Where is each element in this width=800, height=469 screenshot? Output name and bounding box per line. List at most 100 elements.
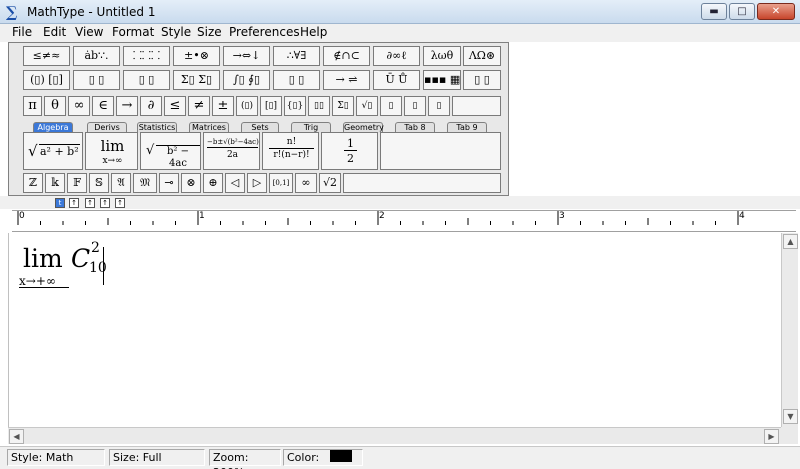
symbol-right-triangle[interactable]: ▷ — [247, 173, 267, 193]
equation-superscript: 2 — [91, 240, 100, 256]
template-binomial-coefficient[interactable]: n! r!(n−r)! — [262, 132, 319, 170]
symbol-element-of[interactable]: ∈ — [92, 96, 114, 116]
size-symbol-button[interactable]: ↑ — [100, 198, 110, 208]
template-one-half[interactable]: 1 2 — [321, 132, 378, 170]
template-lim-subscript: x→∞ — [102, 156, 123, 166]
scroll-down-arrow-icon[interactable]: ▼ — [783, 409, 798, 424]
size-sub-symbol-button[interactable]: ↑ — [115, 198, 125, 208]
template-denominator: r!(n−r)! — [273, 150, 310, 160]
sub-superscript-template[interactable]: ▯ — [428, 96, 450, 116]
superscript-template[interactable]: ▯ — [380, 96, 402, 116]
size-subscript-button[interactable]: ↑ — [69, 198, 79, 208]
logic-palette[interactable]: ∴∀∃ — [273, 46, 320, 66]
symbol-sqrt-two[interactable]: √2 — [319, 173, 341, 193]
embellishments-palette[interactable]: ⸬⸬⸬ — [123, 46, 170, 66]
arrows-palette[interactable]: →⇔↓ — [223, 46, 270, 66]
template-denominator: 2a — [226, 150, 239, 160]
symbol-left-triangle[interactable]: ◁ — [225, 173, 245, 193]
greek-lower-palette[interactable]: λωθ — [423, 46, 461, 66]
symbol-fraktur-a[interactable]: 𝔄 — [111, 173, 131, 193]
symbol-infinity-2[interactable]: ∞ — [295, 173, 317, 193]
size-sub-subscript-button[interactable]: ↑ — [85, 198, 95, 208]
close-button[interactable]: ✕ — [757, 3, 795, 20]
symbol-integers[interactable]: ℤ — [23, 173, 43, 193]
brackets-template[interactable]: [▯] — [260, 96, 282, 116]
operators-palette[interactable]: ±•⊗ — [173, 46, 220, 66]
vertical-scrollbar[interactable]: ▲ ▼ — [781, 233, 798, 427]
menu-file[interactable]: File — [12, 25, 32, 39]
radical-template[interactable]: √▯ — [356, 96, 378, 116]
status-style: Style: Math — [7, 449, 105, 466]
template-slot-empty[interactable] — [380, 132, 501, 170]
relations-palette[interactable]: ≤≠≈ — [23, 46, 70, 66]
fractions-palette[interactable]: ▯ ▯ — [73, 70, 120, 90]
scroll-right-arrow-icon[interactable]: ▶ — [764, 429, 779, 444]
menu-bar: File Edit View Format Style Size Prefere… — [0, 24, 800, 42]
boxes-palette[interactable]: ▯ ▯ — [463, 70, 501, 90]
menu-size[interactable]: Size — [197, 25, 222, 39]
symbol-slot-empty[interactable] — [343, 173, 501, 193]
template-numerator: n! — [269, 137, 314, 149]
symbol-slot-empty[interactable] — [452, 96, 501, 116]
template-discriminant[interactable]: √ b² − 4ac — [140, 132, 201, 170]
menu-preferences[interactable]: Preferences — [229, 25, 300, 39]
symbol-interval[interactable]: [0,1] — [269, 173, 293, 193]
template-denominator: 2 — [347, 152, 354, 165]
equation-lim-subscript: x→+∞ — [19, 274, 56, 288]
template-pythagorean-sqrt[interactable]: √ a² + b² — [23, 132, 83, 170]
ruler[interactable]: 0 1 2 3 4 — [12, 210, 796, 232]
menu-edit[interactable]: Edit — [43, 25, 66, 39]
parentheses-template[interactable]: (▯) — [236, 96, 258, 116]
symbol-theta[interactable]: θ — [44, 96, 66, 116]
symbol-set-s[interactable]: 𝕊 — [89, 173, 109, 193]
subscripts-palette[interactable]: ▯ ▯ — [123, 70, 170, 90]
matrices-palette[interactable]: ▪▪▪ ▦ — [423, 70, 461, 90]
summations-palette[interactable]: Σ▯ Σ▯ — [173, 70, 220, 90]
ruler-label-0: 0 — [19, 211, 25, 221]
symbol-infinity[interactable]: ∞ — [68, 96, 90, 116]
bars-palette[interactable]: ▯ ▯ — [273, 70, 320, 90]
fraction-template[interactable]: ▯▯ — [308, 96, 330, 116]
fences-palette[interactable]: (▯) [▯] — [23, 70, 70, 90]
symbol-circled-plus[interactable]: ⊕ — [203, 173, 223, 193]
size-full-button[interactable]: t — [55, 198, 65, 208]
symbol-field-f[interactable]: 𝔽 — [67, 173, 87, 193]
symbol-right-arrow[interactable]: → — [116, 96, 138, 116]
summation-template[interactable]: Σ▯ — [332, 96, 354, 116]
integrals-palette[interactable]: ∫▯ ∮▯ — [223, 70, 270, 90]
braces-template[interactable]: {▯} — [284, 96, 306, 116]
menu-view[interactable]: View — [75, 25, 103, 39]
template-limit[interactable]: lim x→∞ — [85, 132, 138, 170]
menu-format[interactable]: Format — [112, 25, 154, 39]
symbol-partial[interactable]: ∂ — [140, 96, 162, 116]
symbol-plus-minus[interactable]: ± — [212, 96, 234, 116]
minimize-button[interactable]: ▬ — [701, 3, 727, 20]
horizontal-scrollbar[interactable]: ◀ ▶ — [8, 427, 781, 444]
symbol-fraktur-m[interactable]: 𝔐 — [133, 173, 157, 193]
menu-help[interactable]: Help — [300, 25, 327, 39]
greek-upper-palette[interactable]: ΛΩ⊛ — [463, 46, 501, 66]
products-palette[interactable]: Ū Ů — [373, 70, 420, 90]
scroll-up-arrow-icon[interactable]: ▲ — [783, 234, 798, 249]
equation-lim: lim — [23, 244, 63, 273]
symbol-not-equal[interactable]: ≠ — [188, 96, 210, 116]
symbol-multimap[interactable]: ⊸ — [159, 173, 179, 193]
ruler-label-4: 4 — [739, 211, 745, 221]
menu-style[interactable]: Style — [161, 25, 191, 39]
labeled-arrows-palette[interactable]: → ⇌ — [323, 70, 370, 90]
scroll-corner — [781, 427, 798, 444]
symbol-less-equal[interactable]: ≤ — [164, 96, 186, 116]
misc-symbols-palette[interactable]: ∂∞ℓ — [373, 46, 420, 66]
symbol-circled-times[interactable]: ⊗ — [181, 173, 201, 193]
equation-editor[interactable]: lim x→+∞ C 2 10 — [8, 233, 781, 427]
maximize-button[interactable]: □ — [729, 3, 755, 20]
symbol-field-k[interactable]: 𝕜 — [45, 173, 65, 193]
template-lim-label: lim — [100, 137, 125, 155]
spaces-palette[interactable]: ȧb∵. — [73, 46, 120, 66]
scroll-left-arrow-icon[interactable]: ◀ — [9, 429, 24, 444]
subscript-template[interactable]: ▯ — [404, 96, 426, 116]
sets-palette[interactable]: ∉∩⊂ — [323, 46, 370, 66]
text-cursor — [103, 247, 104, 285]
symbol-pi[interactable]: π — [23, 96, 42, 116]
template-quadratic-formula[interactable]: −b±√(b²−4ac) 2a — [203, 132, 260, 170]
